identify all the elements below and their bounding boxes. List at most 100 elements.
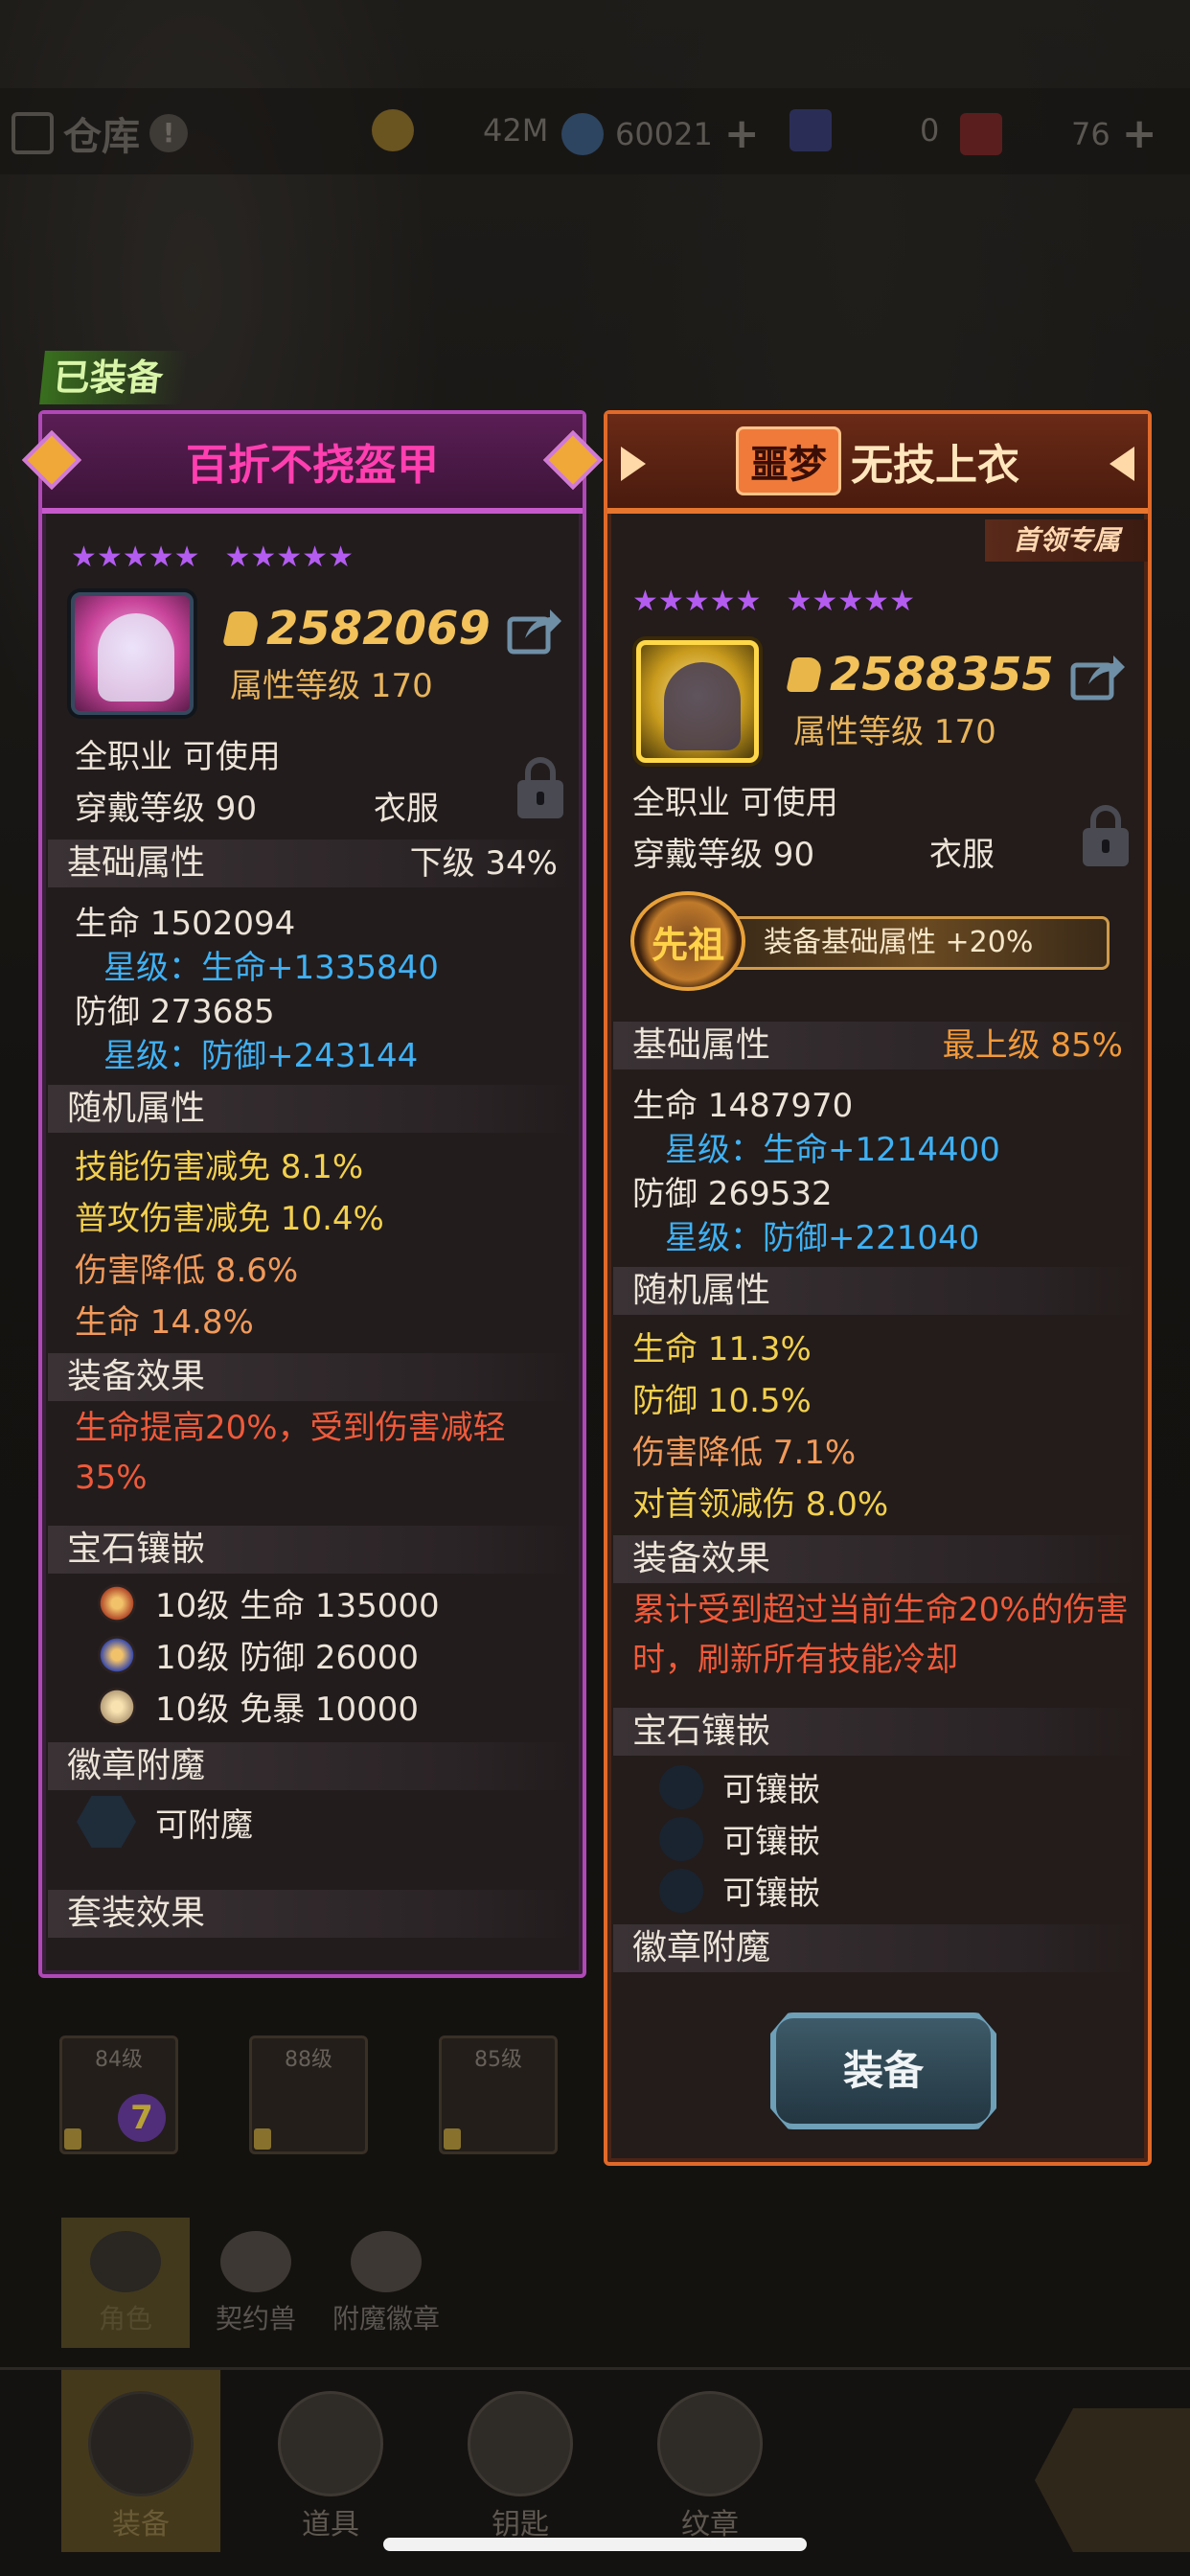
gem-slot-text: 可镶嵌	[722, 1874, 820, 1913]
empty-gem-slot[interactable]: 可镶嵌	[659, 1763, 820, 1810]
equip-effect-title: 装备效果	[67, 1357, 206, 1396]
wear-level: 穿戴等级 90	[75, 790, 258, 828]
combat-power: 2588355	[786, 648, 1054, 702]
power-value: 2582069	[266, 602, 491, 656]
store-alert-badge: !	[149, 114, 188, 152]
nav-keys[interactable]: 钥匙	[441, 2370, 600, 2552]
random-stat: 对首领减伤 8.0%	[632, 1485, 889, 1524]
red-ticket-add-button[interactable]: +	[1122, 109, 1157, 158]
equip-effect-header: 装备效果	[48, 1353, 575, 1401]
lock-icon[interactable]	[1083, 805, 1129, 866]
random-attributes-header: 随机属性	[48, 1085, 575, 1133]
badge-slot-row[interactable]: 可附魔	[77, 1796, 253, 1848]
subtab-badge[interactable]: 附魔徽章	[322, 2218, 450, 2348]
star-group-a: ★★★★★	[71, 540, 200, 574]
inventory-slot[interactable]: 85级	[439, 2036, 558, 2154]
nav-emblems[interactable]: 纹章	[630, 2370, 790, 2552]
def-stat: 防御 273685	[75, 993, 275, 1031]
wear-level: 穿戴等级 90	[632, 836, 815, 874]
subtab-character[interactable]: 角色	[61, 2218, 190, 2348]
ancestor-emblem-icon: 先祖	[630, 891, 745, 991]
empty-gem-slot[interactable]: 可镶嵌	[659, 1815, 820, 1862]
base-attributes-header: 基础属性 下级 34%	[48, 840, 575, 887]
boss-exclusive-tag: 首领专属	[985, 519, 1148, 562]
gem-socket-title: 宝石镶嵌	[67, 1530, 206, 1569]
red-ticket-resource: 76 +	[960, 109, 1157, 158]
base-attributes-grade: 下级 34%	[409, 844, 558, 883]
base-attributes-grade: 最上级 85%	[942, 1026, 1123, 1065]
power-icon	[222, 611, 261, 646]
ancestor-bonus-bar: 装备基础属性 +20%	[726, 916, 1110, 970]
crystal-add-button[interactable]: +	[724, 109, 760, 158]
lock-icon[interactable]	[517, 757, 563, 818]
random-attributes-title: 随机属性	[67, 1089, 206, 1128]
set-effect-title: 套装效果	[67, 1894, 206, 1933]
gem-hp-icon	[98, 1583, 136, 1622]
random-attributes-header: 随机属性	[613, 1267, 1140, 1315]
badge-enchant-header: 徽章附魔	[613, 1924, 1140, 1972]
gem-text: 10级 生命 135000	[155, 1587, 440, 1625]
random-stat: 伤害降低 7.1%	[632, 1434, 857, 1472]
hp-star-bonus: 星级：生命+1335840	[103, 949, 439, 987]
blue-ticket-icon	[790, 109, 832, 151]
nav-equipment[interactable]: 装备	[61, 2370, 220, 2552]
share-icon[interactable]	[1069, 652, 1127, 702]
base-attributes-title: 基础属性	[67, 843, 206, 883]
share-icon[interactable]	[506, 606, 563, 656]
badge-icon	[351, 2231, 422, 2292]
gem-row: 10级 生命 135000	[98, 1579, 440, 1626]
def-star-bonus: 星级：防御+243144	[103, 1037, 419, 1075]
key-icon	[468, 2391, 573, 2496]
attribute-level: 属性等级 170	[793, 713, 996, 751]
item-name: 无技上衣	[851, 441, 1019, 490]
store-section[interactable]: 仓库 !	[11, 105, 188, 161]
class-usable: 全职业 可使用	[75, 738, 281, 776]
next-item-arrow-icon[interactable]	[1110, 447, 1134, 481]
emblem-icon	[657, 2391, 763, 2496]
store-icon	[11, 112, 54, 154]
subtab-pet[interactable]: 契约兽	[192, 2218, 320, 2348]
hp-star-bonus: 星级：生命+1214400	[665, 1131, 1000, 1169]
def-stat: 防御 269532	[632, 1175, 833, 1213]
badge-slot-text: 可附魔	[155, 1806, 253, 1845]
crystal-icon	[561, 112, 604, 155]
badge-enchant-title: 徽章附魔	[67, 1746, 206, 1785]
gem-text: 10级 防御 26000	[155, 1639, 420, 1677]
armor-figure-icon	[98, 613, 174, 702]
store-label: 仓库	[63, 115, 140, 159]
gem-row: 10级 免暴 10000	[98, 1683, 419, 1730]
item-title-bar: 噩梦 无技上衣	[607, 414, 1148, 514]
nightmare-badge: 噩梦	[736, 426, 841, 495]
inventory-slot[interactable]: 88级	[249, 2036, 368, 2154]
inventory-slot-level: 88级	[285, 2048, 332, 2072]
forward-arrow-icon[interactable]	[1035, 2408, 1190, 2552]
item-icon[interactable]	[71, 592, 194, 715]
item-name: 百折不挠盔甲	[186, 441, 439, 490]
nav-items[interactable]: 道具	[251, 2370, 410, 2552]
random-stat: 生命 14.8%	[75, 1303, 254, 1342]
star-group-b: ★★★★★	[224, 540, 354, 574]
random-attributes-title: 随机属性	[632, 1271, 771, 1310]
gold-value: 42M	[483, 112, 549, 149]
hp-stat: 生命 1487970	[632, 1087, 854, 1125]
hooded-figure-icon	[664, 662, 741, 750]
item-icon[interactable]	[636, 640, 759, 763]
equip-button[interactable]: 装备	[770, 2012, 996, 2129]
nav-label: 道具	[302, 2508, 359, 2542]
chest-icon	[278, 2391, 383, 2496]
inventory-slot[interactable]: 84级 7	[59, 2036, 178, 2154]
random-stat: 普攻伤害减免 10.4%	[75, 1200, 384, 1238]
subtab-label: 契约兽	[215, 2303, 296, 2334]
star-group-b: ★★★★★	[786, 585, 915, 618]
slot-type: 衣服	[929, 836, 995, 874]
previous-item-arrow-icon[interactable]	[621, 447, 646, 481]
resource-bar: 仓库 ! 42M 60021 + 0 76 +	[0, 88, 1190, 174]
equipped-tag: 已装备	[39, 351, 189, 404]
attribute-level: 属性等级 170	[230, 667, 433, 705]
empty-gem-slot[interactable]: 可镶嵌	[659, 1867, 820, 1914]
empty-gem-slot-icon	[659, 1868, 703, 1913]
power-value: 2588355	[830, 648, 1054, 702]
gem-slot-text: 可镶嵌	[722, 1771, 820, 1809]
badge-enchant-title: 徽章附魔	[632, 1928, 771, 1967]
character-icon	[90, 2231, 161, 2292]
